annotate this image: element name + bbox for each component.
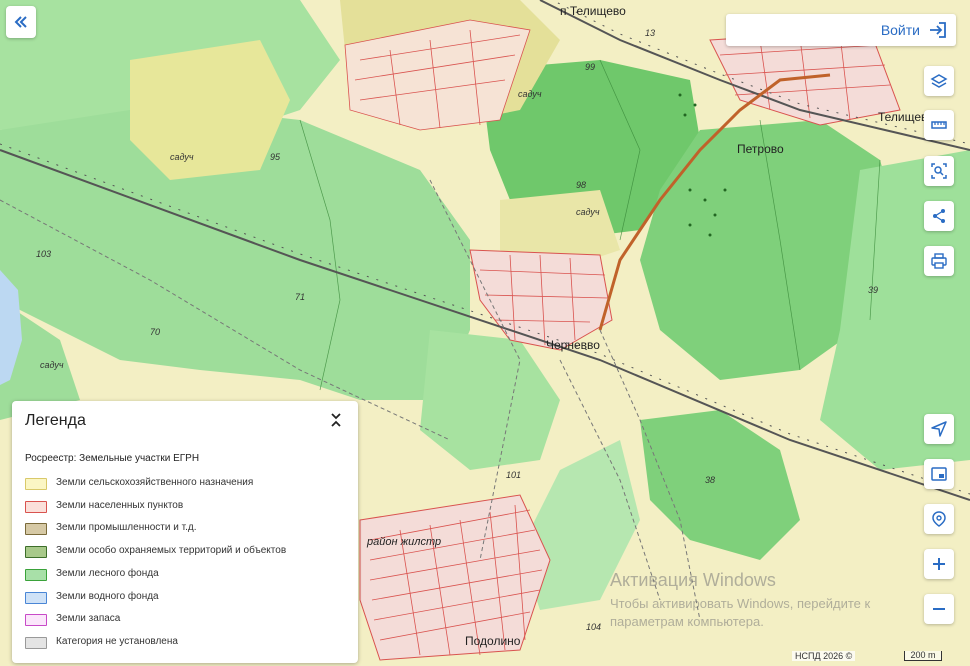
garden-label: садуч [518,89,542,99]
legend-panel: Легенда Росреестр: Земельные участки ЕГР… [12,401,358,663]
garden-label: садуч [576,207,600,217]
legend-title: Легенда [25,412,86,429]
picture-in-picture-button[interactable] [924,459,954,489]
quarter-number: 39 [868,285,878,295]
legend-item-label: Земли сельскохозяйственного назначения [56,477,254,488]
quarter-number: 95 [270,152,281,162]
print-button[interactable] [924,246,954,276]
legend-swatch [25,614,47,627]
legend-swatch [25,591,47,604]
legend-swatch [25,500,47,513]
chevron-updown-icon[interactable] [328,411,344,429]
location-search-icon [932,511,946,527]
ruler-icon [931,121,947,129]
search-area-icon [931,163,947,179]
quarter-number: 70 [150,327,160,337]
legend-item-label: Земли запаса [56,613,121,625]
place-label: район жилстр [366,536,441,548]
place-label: п Телищево [560,4,626,18]
settlement-area [359,494,551,661]
place-label: Петрово [737,142,784,156]
legend-item-label: Земли водного фонда [56,590,159,602]
quarter-number: 71 [295,292,305,302]
place-label: Черневво [546,338,600,352]
layers-icon [930,74,948,88]
quarter-number: 99 [585,62,595,72]
measure-button[interactable] [924,110,954,140]
double-chevron-left-icon [14,16,27,28]
legend-item-label: Категория не установлена [56,635,178,647]
quarter-number: 98 [576,180,586,190]
windows-activation-title: Активация Windows [610,570,776,590]
locate-button[interactable] [924,414,954,444]
garden-label: садуч [40,360,64,370]
legend-item-label: Земли особо охраняемых территорий и объе… [56,545,287,557]
quarter-number: 38 [705,475,715,485]
share-button[interactable] [924,201,954,231]
windows-activation-text: Чтобы активировать Windows, перейдите к … [610,596,871,629]
zoom-in-button[interactable] [924,549,954,579]
legend-item-label: Земли лесного фонда [56,567,159,579]
legend-swatch [25,568,47,581]
collapse-panel-button[interactable] [6,6,36,38]
picture-in-picture-icon [931,467,947,481]
place-label: Подолино [465,634,521,648]
printer-icon [931,253,947,269]
layers-button[interactable] [924,66,954,96]
login-bar[interactable]: Войти [726,14,956,46]
legend-item-label: Земли населенных пунктов [56,499,184,511]
share-icon [933,209,945,223]
legend-item-label: Земли промышленности и т.д. [56,522,197,534]
attribution: НСПД 2026 © [792,651,856,661]
legend-swatch [25,546,47,559]
legend-swatch [25,478,47,490]
quarter-number: 104 [586,622,601,632]
quarter-number: 103 [36,249,51,259]
legend-swatch [25,523,47,536]
garden-label: садуч [170,152,194,162]
navigation-arrow-icon [931,421,947,437]
place-label: Телищев [878,110,927,124]
legend-source: Росреестр: Земельные участки ЕГРН [25,453,200,464]
scale-bar: 200 m [904,651,942,661]
legend-swatch [25,636,47,649]
plus-icon [933,558,945,570]
quarter-number: 101 [506,470,521,480]
login-button-label[interactable]: Войти [881,22,920,38]
quarter-number: 13 [645,28,655,38]
search-area-button[interactable] [924,156,954,186]
login-arrow-icon[interactable] [928,20,948,40]
geo-search-button[interactable] [924,504,954,534]
